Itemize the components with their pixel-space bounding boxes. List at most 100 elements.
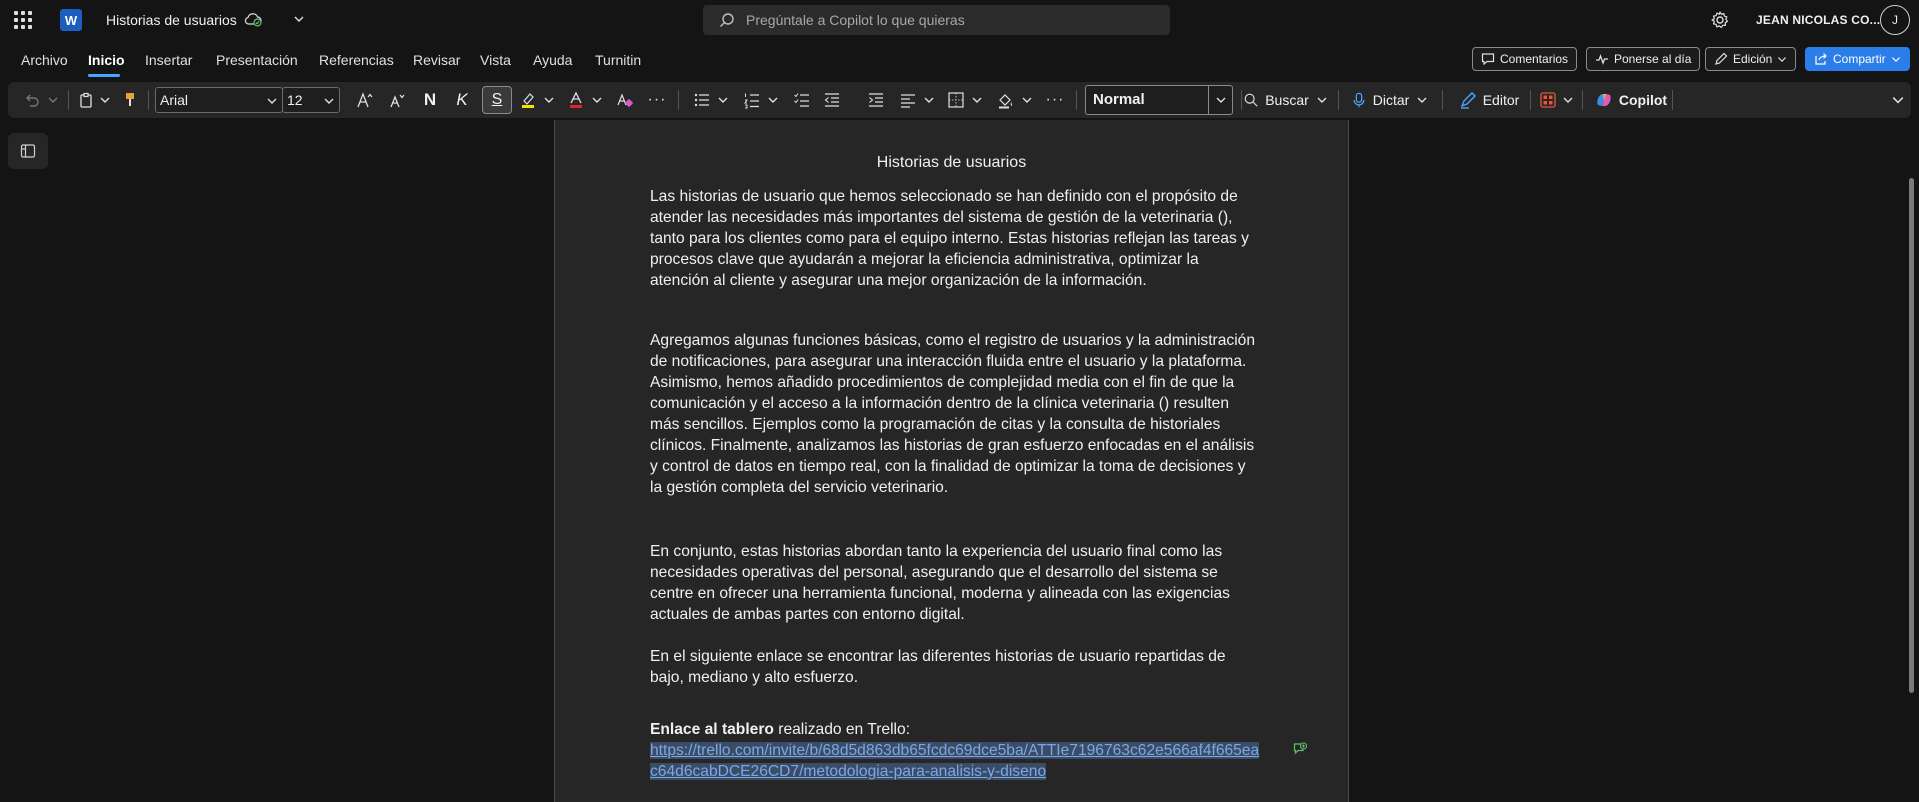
dictate-button[interactable]: Dictar — [1344, 82, 1434, 118]
font-color-button[interactable] — [564, 82, 588, 118]
navigation-pane-button[interactable] — [8, 133, 48, 169]
borders-icon — [948, 92, 964, 108]
decrease-indent-icon — [824, 93, 839, 107]
comment-add-icon[interactable] — [1293, 742, 1307, 756]
shading-dropdown[interactable] — [1020, 82, 1034, 118]
align-button[interactable] — [896, 82, 920, 118]
clipboard-icon — [80, 92, 92, 108]
checklist-button[interactable] — [790, 82, 814, 118]
user-name[interactable]: JEAN NICOLAS CO... — [1756, 13, 1880, 27]
navigation-pane-icon — [20, 144, 36, 158]
cloud-saved-icon[interactable] — [244, 11, 262, 27]
chevron-down-icon — [324, 98, 334, 104]
tab-insertar[interactable]: Insertar — [145, 52, 192, 68]
comments-button[interactable]: Comentarios — [1472, 47, 1578, 71]
font-name-value: Arial — [160, 92, 189, 108]
divider — [1076, 90, 1077, 110]
editor-label: Editor — [1482, 92, 1520, 108]
font-color-dropdown[interactable] — [590, 82, 604, 118]
chevron-down-icon — [100, 97, 110, 103]
style-select[interactable]: Normal — [1085, 85, 1233, 115]
tab-inicio[interactable]: Inicio — [88, 52, 125, 68]
numbering-dropdown[interactable] — [766, 82, 780, 118]
chevron-down-icon — [718, 97, 728, 103]
find-button[interactable]: Buscar — [1240, 82, 1330, 118]
font-name-select[interactable]: Arial — [155, 87, 283, 113]
word-logo-icon: W — [60, 9, 82, 31]
tab-revisar[interactable]: Revisar — [413, 52, 460, 68]
pencil-icon — [1715, 52, 1728, 65]
decrease-indent-button[interactable] — [820, 82, 844, 118]
catch-up-button[interactable]: Ponerse al día — [1586, 47, 1701, 71]
vertical-scrollbar[interactable] — [1909, 178, 1914, 693]
grow-font-button[interactable] — [350, 82, 380, 118]
bullets-button[interactable] — [690, 82, 714, 118]
divider — [1338, 90, 1339, 110]
increase-indent-button[interactable] — [864, 82, 888, 118]
grow-font-icon — [357, 92, 373, 108]
editing-label: Edición — [1733, 52, 1773, 66]
add-ins-button[interactable] — [1534, 82, 1578, 118]
numbering-button[interactable] — [740, 82, 764, 118]
undo-dropdown[interactable] — [46, 82, 60, 118]
borders-dropdown[interactable] — [970, 82, 984, 118]
avatar[interactable]: J — [1880, 5, 1910, 35]
font-size-select[interactable]: 12 — [282, 87, 340, 113]
tab-vista[interactable]: Vista — [480, 52, 511, 68]
paragraph-4[interactable]: En el siguiente enlace se encontrar las … — [650, 646, 1260, 688]
chevron-down-icon — [1216, 97, 1226, 103]
shrink-font-button[interactable] — [382, 82, 412, 118]
document-title[interactable]: Historias de usuarios — [106, 12, 237, 28]
style-dropdown[interactable] — [1208, 86, 1232, 114]
undo-button[interactable] — [20, 82, 44, 118]
italic-button[interactable]: K — [447, 82, 477, 118]
tab-turnitin[interactable]: Turnitin — [595, 52, 641, 68]
copilot-search-input[interactable]: Pregúntale a Copilot lo que quieras — [703, 5, 1170, 35]
gear-icon[interactable] — [1710, 10, 1730, 30]
tab-presentacion[interactable]: Presentación — [216, 52, 298, 68]
format-painter-icon — [126, 93, 134, 106]
tab-referencias[interactable]: Referencias — [319, 52, 394, 68]
paste-button[interactable] — [74, 82, 98, 118]
clear-formatting-button[interactable] — [612, 82, 638, 118]
shading-button[interactable] — [994, 82, 1018, 118]
chevron-down-icon — [1317, 97, 1327, 103]
chevron-down-icon — [1022, 97, 1032, 103]
more-paragraph-options-button[interactable]: ··· — [1042, 82, 1068, 118]
bullet-list-icon — [694, 93, 709, 107]
ribbon-collapse-button[interactable] — [1888, 82, 1908, 118]
app-launcher-icon[interactable] — [14, 11, 32, 29]
more-font-options-button[interactable]: ··· — [644, 82, 670, 118]
editor-pen-icon — [1460, 92, 1476, 109]
trello-link[interactable]: https://trello.com/invite/b/68d5d863db65… — [650, 742, 1260, 780]
align-left-icon — [901, 94, 915, 108]
format-painter-button[interactable] — [118, 82, 142, 118]
editor-button[interactable]: Editor — [1448, 82, 1530, 118]
link-paragraph[interactable]: Enlace al tablero realizado en Trello: h… — [650, 719, 1260, 782]
highlight-dropdown[interactable] — [542, 82, 556, 118]
share-button[interactable]: Compartir — [1805, 47, 1910, 71]
numbered-list-icon — [744, 93, 759, 109]
underline-button[interactable]: S — [482, 86, 512, 114]
chevron-down-icon[interactable] — [293, 13, 305, 25]
paragraph-2[interactable]: Agregamos algunas funciones básicas, com… — [650, 330, 1260, 498]
find-label: Buscar — [1265, 92, 1309, 108]
paste-dropdown[interactable] — [98, 82, 112, 118]
paragraph-3[interactable]: En conjunto, estas historias abordan tan… — [650, 541, 1260, 625]
paragraph-1[interactable]: Las historias de usuario que hemos selec… — [650, 186, 1260, 291]
tab-ayuda[interactable]: Ayuda — [533, 52, 572, 68]
highlight-button[interactable] — [516, 82, 540, 118]
clear-formatting-icon — [617, 93, 633, 107]
chevron-down-icon — [972, 97, 982, 103]
bullets-dropdown[interactable] — [716, 82, 730, 118]
bold-button[interactable]: N — [415, 82, 445, 118]
divider — [148, 90, 149, 110]
editing-mode-button[interactable]: Edición — [1705, 47, 1797, 71]
align-dropdown[interactable] — [922, 82, 936, 118]
comment-icon — [1481, 53, 1495, 66]
borders-button[interactable] — [944, 82, 968, 118]
tab-archivo[interactable]: Archivo — [21, 52, 68, 68]
document-heading[interactable]: Historias de usuarios — [554, 154, 1349, 172]
copilot-button[interactable]: Copilot — [1586, 82, 1676, 118]
chevron-down-icon — [267, 98, 277, 104]
